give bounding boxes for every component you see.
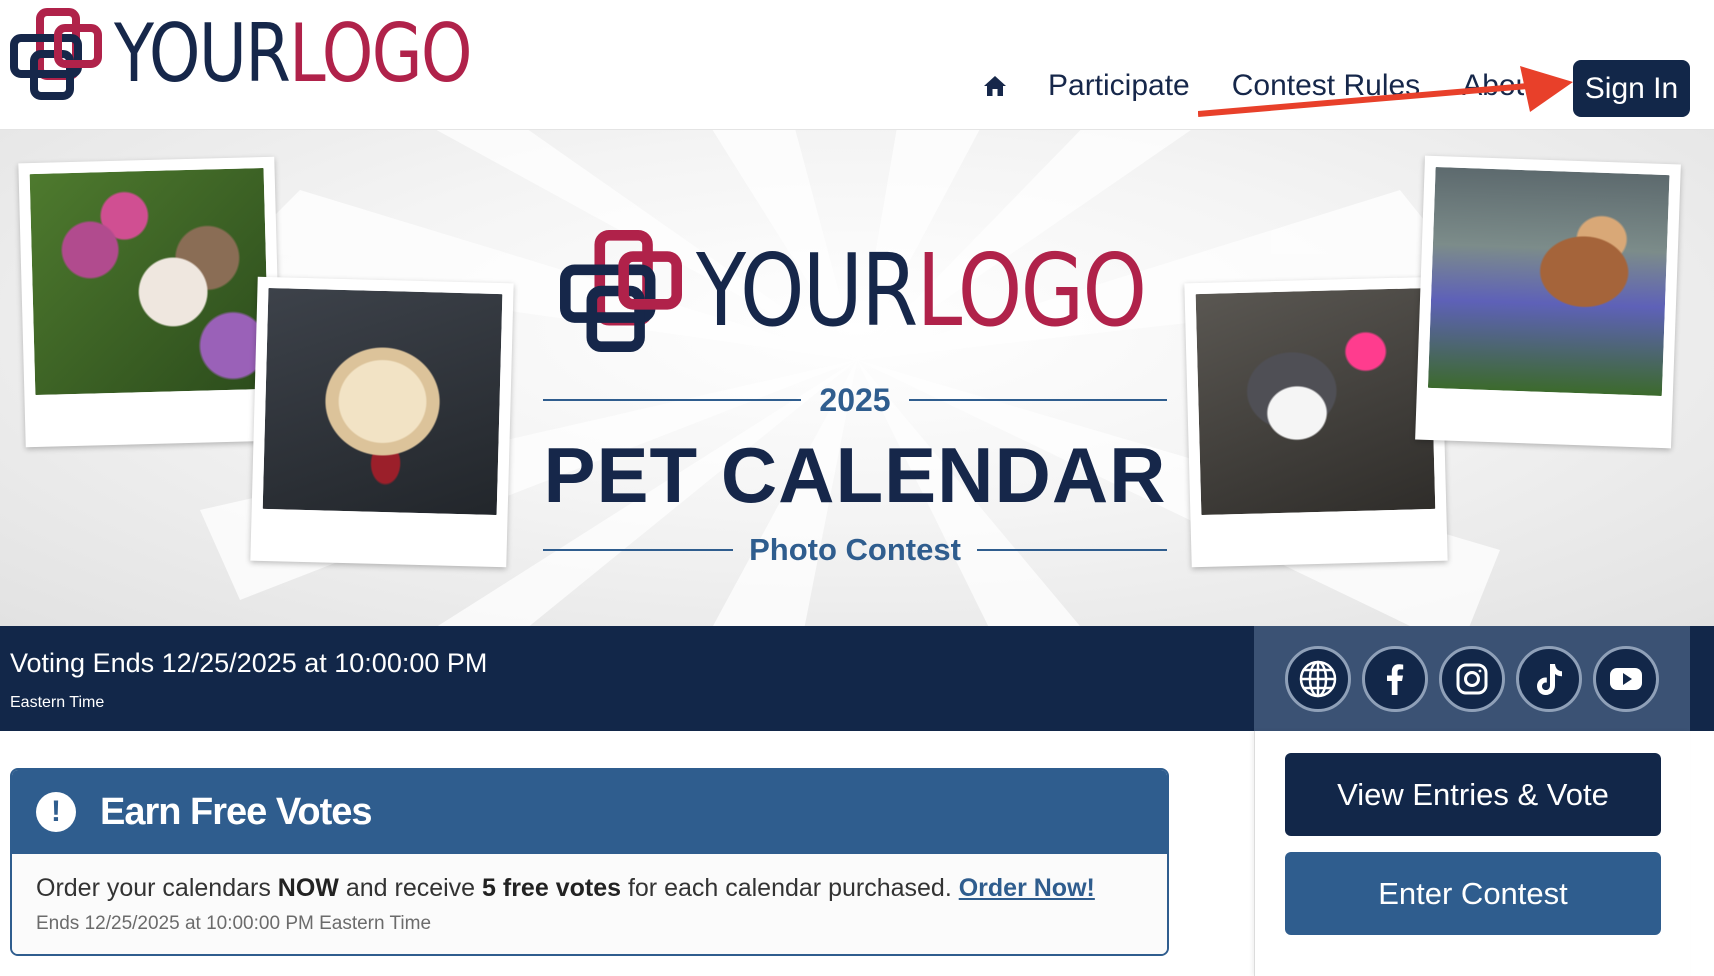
voting-timezone: Eastern Time xyxy=(10,694,105,711)
divider-line xyxy=(543,399,802,401)
tiktok-icon[interactable] xyxy=(1516,645,1582,712)
photo-rabbit xyxy=(18,156,282,448)
promo-text: for each calendar purchased. xyxy=(621,874,959,902)
hero-logo-text-logo: LOGO xyxy=(916,232,1147,349)
promo-emphasis-now: NOW xyxy=(277,874,339,902)
nav-participate[interactable]: Participate xyxy=(1048,69,1190,103)
order-now-link[interactable]: Order Now! xyxy=(959,874,1095,902)
site-header: YOURLOGO Participate Contest Rules About… xyxy=(0,0,1714,130)
contest-title: PET CALENDAR xyxy=(543,431,1167,519)
site-logo[interactable]: YOURLOGO xyxy=(10,8,549,100)
contest-year: 2025 xyxy=(819,381,891,418)
promo-ends-text: Ends 12/25/2025 at 10:00:00 PM Eastern T… xyxy=(36,913,432,934)
hero-logo-text-your: YOUR xyxy=(696,232,918,349)
instagram-icon[interactable] xyxy=(1439,645,1505,712)
year-row: 2025 xyxy=(543,380,1167,420)
earn-free-votes-card: ! Earn Free Votes Order your calendars N… xyxy=(10,768,1169,956)
youtube-icon[interactable] xyxy=(1593,645,1659,712)
promo-emphasis-votes: 5 free votes xyxy=(482,874,621,902)
hero-logo-cross-icon xyxy=(560,230,682,352)
photo-horse xyxy=(1415,155,1681,449)
subtitle-row: Photo Contest xyxy=(543,530,1167,570)
voting-ends-text: Voting Ends 12/25/2025 at 10:00:00 PM xyxy=(10,648,488,678)
nav-about[interactable]: About xyxy=(1462,69,1524,103)
logo-text-your: YOUR xyxy=(114,7,291,100)
logo-cross-icon xyxy=(10,8,102,100)
promo-text: and receive xyxy=(338,874,483,902)
voting-deadline-bar: Voting Ends 12/25/2025 at 10:00:00 PM Ea… xyxy=(0,626,1254,731)
divider-line xyxy=(908,399,1167,401)
photo-dog xyxy=(250,276,514,568)
sign-in-button[interactable]: Sign In xyxy=(1573,60,1690,117)
logo-text-logo: LOGO xyxy=(289,7,472,100)
view-entries-vote-button[interactable]: View Entries & Vote xyxy=(1285,753,1661,836)
hero-logo: YOURLOGO xyxy=(560,230,1244,352)
contest-subtitle: Photo Contest xyxy=(749,532,961,567)
card-body: Order your calendars NOW and receive 5 f… xyxy=(12,854,1167,954)
card-title: Earn Free Votes xyxy=(100,790,373,833)
main-nav: Participate Contest Rules About xyxy=(980,56,1524,116)
divider-line xyxy=(543,549,734,551)
facebook-icon[interactable] xyxy=(1362,645,1428,712)
home-icon[interactable] xyxy=(980,71,1010,101)
enter-contest-button[interactable]: Enter Contest xyxy=(1285,852,1661,935)
promo-message: Order your calendars NOW and receive 5 f… xyxy=(36,874,1143,903)
exclamation-icon: ! xyxy=(36,792,76,832)
divider-line xyxy=(976,549,1167,551)
card-header: ! Earn Free Votes xyxy=(12,770,1167,854)
website-icon[interactable] xyxy=(1285,645,1351,712)
social-links xyxy=(1254,626,1690,731)
hero-banner: YOURLOGO 2025 PET CALENDAR Photo Contest xyxy=(0,130,1714,626)
header-bar-edge xyxy=(1690,626,1714,731)
nav-contest-rules[interactable]: Contest Rules xyxy=(1232,69,1420,103)
sidebar-actions: View Entries & Vote Enter Contest xyxy=(1254,731,1690,976)
promo-text: Order your calendars xyxy=(36,874,278,902)
